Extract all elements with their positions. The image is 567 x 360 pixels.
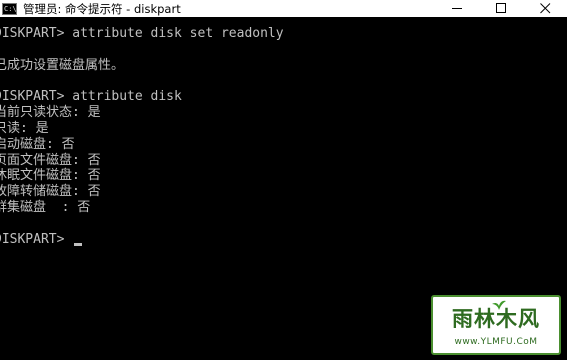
title-bar[interactable]: C:\ 管理员: 命令提示符 - diskpart — [0, 0, 567, 17]
text-cursor — [74, 243, 83, 246]
console-line: DISKPART> attribute disk — [0, 89, 182, 104]
maximize-button[interactable] — [479, 0, 523, 17]
window-title: 管理员: 命令提示符 - diskpart — [23, 1, 181, 16]
console-line: 页面文件磁盘: 否 — [0, 153, 101, 168]
console-app-icon[interactable]: C:\ — [2, 2, 17, 15]
watermark-url: www.YLMFU.CoM — [454, 337, 538, 347]
console-line: 当前只读状态: 是 — [0, 105, 101, 120]
site-watermark: 雨林木风 www.YLMFU.CoM — [431, 295, 561, 355]
minimize-button[interactable] — [435, 0, 479, 17]
console-line: 启动磁盘: 否 — [0, 137, 75, 152]
maximize-icon — [495, 3, 506, 13]
console-line: 只读: 是 — [0, 121, 49, 136]
minimize-icon — [451, 8, 462, 9]
console-line: 群集磁盘 : 否 — [0, 200, 91, 215]
close-icon — [539, 3, 550, 14]
window-controls — [435, 0, 567, 17]
console-line: 故障转储磁盘: 否 — [0, 184, 101, 199]
prompt-text: DISKPART> — [0, 232, 73, 247]
console-line: 休眠文件磁盘: 否 — [0, 168, 101, 183]
close-button[interactable] — [523, 0, 567, 17]
console-prompt-line: DISKPART> — [0, 232, 83, 248]
command-prompt-window: C:\ 管理员: 命令提示符 - diskpart DISKPART> attr… — [0, 0, 567, 360]
console-line: 已成功设置磁盘属性。 — [0, 58, 125, 73]
console-line: DISKPART> attribute disk set readonly — [0, 26, 284, 41]
leaf-icon — [492, 300, 506, 310]
